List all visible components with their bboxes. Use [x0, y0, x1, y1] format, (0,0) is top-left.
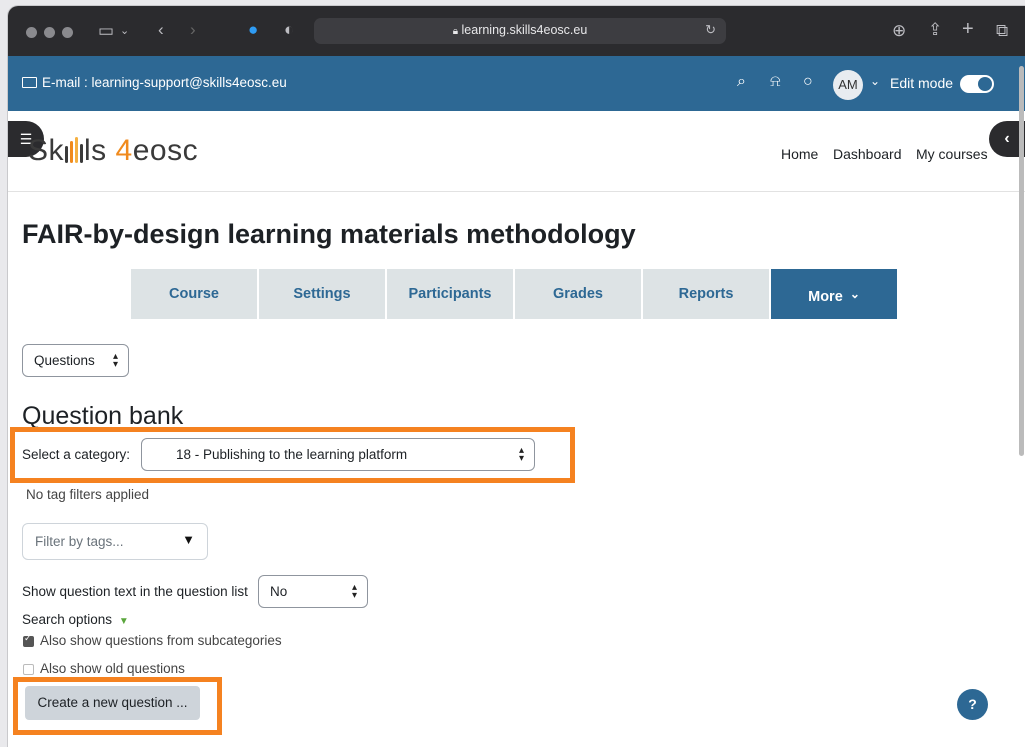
show-text-label: Show question text in the question list	[22, 584, 248, 599]
top-navbar: E-mail : learning-support@skills4eosc.eu…	[8, 56, 1025, 111]
questions-select[interactable]: Questions ▴ ▾	[22, 344, 129, 377]
category-label: Select a category:	[22, 447, 131, 462]
help-button[interactable]: ?	[957, 689, 988, 720]
select-arrows-icon: ▴ ▾	[112, 350, 118, 370]
tab-settings[interactable]: Settings	[259, 269, 385, 319]
nav-my-courses[interactable]: My courses	[916, 146, 988, 162]
window-minimize-dot[interactable]	[44, 27, 55, 38]
subcategories-checkbox[interactable]: ✓	[23, 633, 34, 647]
tab-grades[interactable]: Grades	[515, 269, 641, 319]
caret-down-icon: ▼	[118, 616, 129, 627]
avatar[interactable]: AM	[833, 70, 863, 100]
shield-icon[interactable]: ◐	[284, 20, 294, 40]
dropdown-triangle-icon: ▼	[182, 532, 195, 547]
window-close-dot[interactable]	[26, 27, 37, 38]
subcategories-label: Also show questions from subcategories	[40, 633, 282, 648]
address-bar[interactable]: 🔒︎ learning.skills4eosc.eu ↻	[314, 18, 726, 44]
question-icon: ?	[968, 696, 977, 712]
course-nav-tabs: Course Settings Participants Grades Repo…	[131, 269, 897, 319]
category-select[interactable]: 18 - Publishing to the learning platform…	[141, 438, 535, 471]
envelope-icon	[22, 77, 37, 88]
download-icon[interactable]: ⊕	[892, 21, 906, 41]
tab-participants[interactable]: Participants	[387, 269, 513, 319]
old-questions-label: Also show old questions	[40, 661, 185, 676]
create-new-question-button[interactable]: Create a new question ...	[25, 686, 200, 720]
reload-icon[interactable]: ↻	[705, 22, 716, 38]
select-arrows-icon: ▴ ▾	[351, 581, 357, 601]
bell-icon[interactable]: ⍾	[770, 73, 781, 91]
search-icon[interactable]: ⌕	[737, 73, 746, 91]
chat-icon[interactable]: ○	[803, 73, 813, 91]
support-email[interactable]: E-mail : learning-support@skills4eosc.eu	[22, 75, 287, 90]
page-title: FAIR-by-design learning materials method…	[22, 219, 636, 249]
edit-mode-label: Edit mode	[890, 75, 954, 91]
edit-mode-toggle[interactable]	[960, 75, 994, 93]
lock-icon: 🔒︎	[452, 26, 459, 37]
forward-icon[interactable]: ›	[190, 20, 196, 40]
tab-course[interactable]: Course	[131, 269, 257, 319]
tab-reports[interactable]: Reports	[643, 269, 769, 319]
tag-filter-input[interactable]: Filter by tags... ▼	[22, 523, 208, 560]
select-arrows-icon: ▴ ▾	[518, 444, 524, 464]
user-menu-chevron-icon[interactable]: ⌄	[870, 74, 880, 88]
chevron-down-icon[interactable]: ⌄	[120, 21, 129, 41]
sidebar-icon[interactable]: ▭	[98, 21, 114, 41]
logo-bars	[64, 135, 84, 163]
extension-icon[interactable]: ●	[248, 20, 258, 40]
tabs-overview-icon[interactable]: ⧉	[996, 21, 1008, 41]
checkmark-icon: ✓	[24, 633, 32, 643]
window-zoom-dot[interactable]	[62, 27, 73, 38]
nav-dashboard[interactable]: Dashboard	[833, 146, 902, 162]
back-icon[interactable]: ‹	[158, 20, 164, 40]
site-logo[interactable]: Sk ls 4eosc	[28, 134, 198, 168]
show-text-select[interactable]: No ▴ ▾	[258, 575, 368, 608]
nav-home[interactable]: Home	[781, 146, 818, 162]
tag-filter-status: No tag filters applied	[26, 487, 150, 502]
old-questions-checkbox[interactable]	[23, 664, 34, 675]
page-scrollbar[interactable]	[1016, 56, 1025, 476]
chevron-left-icon: ‹	[1004, 130, 1010, 147]
tab-more[interactable]: More ⌄	[771, 269, 897, 319]
chevron-down-icon: ⌄	[849, 287, 860, 301]
browser-window: ▭ ⌄ ‹ › ● ◐ 🔒︎ learning.skills4eosc.eu ↻…	[8, 6, 1025, 747]
url-text: learning.skills4eosc.eu	[461, 23, 588, 37]
browser-toolbar: ▭ ⌄ ‹ › ● ◐ 🔒︎ learning.skills4eosc.eu ↻…	[8, 6, 1025, 56]
new-tab-icon[interactable]: +	[962, 19, 974, 39]
search-options-toggle[interactable]: Search options ▼	[22, 612, 129, 627]
share-icon[interactable]: ⇪	[928, 20, 942, 40]
